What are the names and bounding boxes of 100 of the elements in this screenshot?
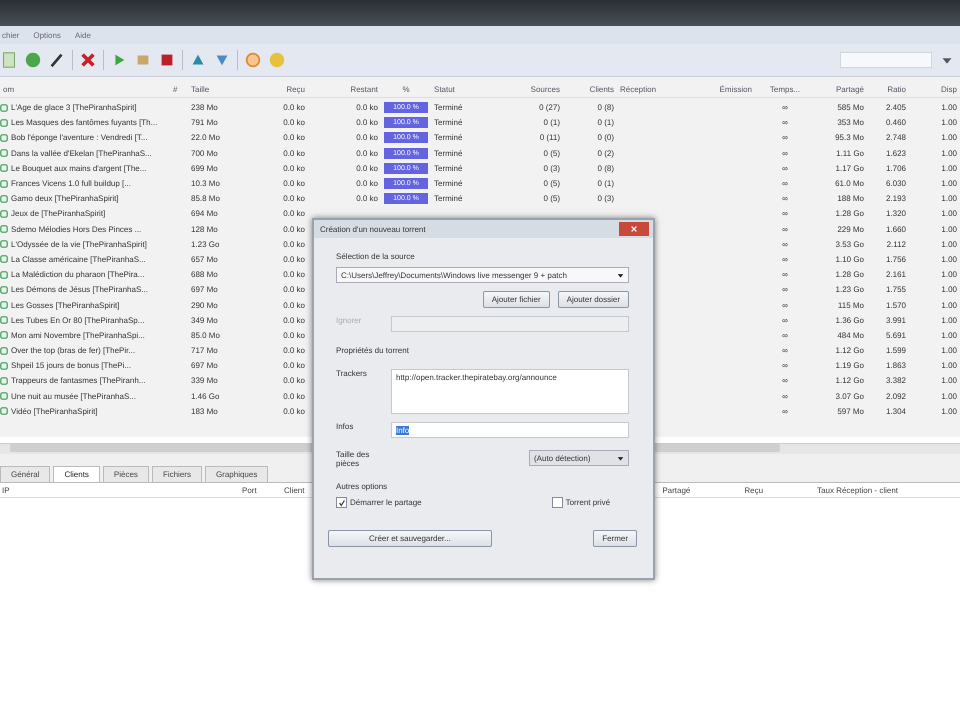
table-cell-text: 128 Mo — [190, 224, 219, 234]
field-label: Trackers — [336, 369, 368, 378]
table-cell-text: ∞ — [781, 316, 789, 325]
table-cell-text: ∞ — [781, 376, 789, 386]
table-cell-text: Terminé — [433, 179, 464, 188]
torrent-name: Bob l'éponge l'aventure : Vendredi [T... — [0, 133, 170, 142]
table-cell-text: 0.0 ko — [282, 376, 306, 386]
table-cell-text: 1.23 Go — [834, 285, 865, 294]
table-cell-text: ∞ — [781, 209, 789, 218]
dialog-title: Création d'un nouveau torrent — [320, 224, 426, 234]
table-cell-text: 1.12 Go — [834, 346, 865, 356]
torrent-name: Vidéo [ThePiranhaSpirit] — [0, 406, 170, 416]
table-cell-text: 3.382 — [884, 376, 907, 386]
table-cell-text: ∞ — [781, 240, 789, 249]
table-cell-text: 697 Mo — [190, 361, 219, 370]
table-cell-text: 0.0 ko — [282, 300, 306, 310]
table-cell-text: 1.755 — [884, 285, 907, 294]
table-cell-text: 2.405 — [884, 103, 907, 112]
table-cell-text: 1.00 — [940, 285, 958, 294]
table-cell-text: 1.00 — [940, 316, 958, 325]
table-cell-text: 0.0 ko — [282, 254, 306, 264]
table-cell-text: 700 Mo — [190, 148, 219, 158]
torrent-name: La Classe américaine [ThePiranhaS... — [0, 254, 170, 264]
table-cell-text: 0 (2) — [596, 148, 615, 158]
table-cell-text: 0.0 ko — [282, 346, 306, 356]
table-cell-text: 0.0 ko — [282, 392, 306, 401]
table-cell-text: Terminé — [433, 164, 464, 173]
table-cell-text: 1.00 — [940, 148, 958, 158]
table-cell-text: ∞ — [781, 254, 789, 264]
table-cell-text: 22.0 Mo — [190, 133, 221, 142]
table-cell-text: 697 Mo — [190, 285, 219, 294]
table-cell-text: 2.092 — [884, 392, 907, 401]
table-cell-text: 597 Mo — [836, 406, 865, 416]
section-label: Propriétés du torrent — [336, 346, 410, 355]
table-cell-text: 5.691 — [884, 330, 907, 340]
table-cell-text: 0.0 ko — [355, 194, 379, 204]
table-cell-text: 0.0 ko — [355, 179, 379, 188]
table-cell-text: ∞ — [781, 285, 789, 294]
table-cell-text: 657 Mo — [190, 254, 219, 264]
table-cell-text: 1.28 Go — [834, 270, 865, 280]
table-cell-text: 0.0 ko — [355, 164, 379, 173]
table-cell-text: 585 Mo — [836, 103, 865, 112]
table-cell-text: 1.623 — [884, 148, 907, 158]
torrent-name: Dans la vallée d'Ekelan [ThePiranhaS... — [0, 148, 170, 158]
table-cell-text: 717 Mo — [190, 346, 219, 356]
table-cell-text: 1.00 — [940, 254, 958, 264]
table-cell-text: 1.00 — [940, 224, 958, 234]
table-cell-text: 1.660 — [884, 224, 907, 234]
table-cell-text: Terminé — [433, 148, 464, 158]
table-cell-text: 1.00 — [940, 392, 958, 401]
table-cell-text: 1.320 — [884, 209, 907, 218]
table-cell-text: 0 (3) — [596, 194, 615, 204]
table-cell-text: 1.11 Go — [835, 148, 865, 158]
table-cell-text: 0.0 ko — [282, 118, 306, 128]
table-cell-text: Terminé — [433, 118, 464, 128]
table-cell-text: 353 Mo — [836, 118, 865, 128]
table-cell-text: 1.23 Go — [190, 240, 220, 249]
table-cell-text: 0.0 ko — [282, 285, 306, 294]
torrent-name: Les Démons de Jésus [ThePiranhaS... — [0, 285, 170, 294]
table-cell-text: 0.460 — [884, 118, 907, 128]
table-cell-text: 0.0 ko — [282, 224, 306, 234]
table-cell-text: 85.8 Mo — [190, 194, 221, 204]
table-cell-text: 1.599 — [884, 346, 907, 356]
table-cell-text: 1.00 — [940, 361, 958, 370]
table-cell-text: Terminé — [433, 133, 464, 142]
table-cell-text: 0.0 ko — [282, 209, 306, 218]
torrent-name: Jeux de [ThePiranhaSpirit] — [0, 209, 170, 218]
table-cell-text: 1.00 — [940, 118, 958, 128]
field-label: Taille des pièces — [336, 450, 370, 468]
table-cell-text: 1.00 — [940, 164, 958, 173]
table-cell-text: 1.12 Go — [834, 376, 865, 386]
table-cell-text: 115 Mo — [836, 300, 865, 310]
table-cell-text: 183 Mo — [190, 406, 219, 416]
table-cell-text: 0 (11) — [538, 133, 561, 142]
table-cell-text: 1.00 — [940, 194, 958, 204]
table-cell-text: 0 (1) — [596, 179, 615, 188]
table-cell-text: 2.161 — [884, 270, 907, 280]
table-cell-text: 1.304 — [884, 406, 907, 416]
table-cell-text: 1.00 — [940, 300, 958, 310]
table-cell-text: 339 Mo — [190, 376, 219, 386]
table-cell-text: ∞ — [781, 224, 789, 234]
table-cell-text: 3.991 — [884, 316, 907, 325]
table-cell-text: 85.0 Mo — [190, 330, 221, 340]
table-cell-text: 1.00 — [940, 270, 958, 280]
table-cell-text: 1.00 — [940, 346, 958, 356]
table-cell-text: 1.570 — [884, 300, 907, 310]
table-cell-text: 688 Mo — [190, 270, 219, 280]
table-cell-text: 1.36 Go — [834, 316, 865, 325]
table-cell-text: 0.0 ko — [282, 179, 306, 188]
torrent-name: Over the top (bras de fer) [ThePir... — [0, 346, 170, 356]
table-cell-text: 0.0 ko — [282, 148, 306, 158]
table-cell-text: 2.193 — [884, 194, 907, 204]
table-cell-text: 0.0 ko — [355, 118, 379, 128]
table-cell-text: 0.0 ko — [282, 103, 306, 112]
table-cell-text: ∞ — [781, 118, 789, 128]
table-cell-text: 1.00 — [940, 240, 958, 249]
table-cell-text: 1.17 Go — [834, 164, 865, 173]
table-cell-text: 349 Mo — [190, 316, 219, 325]
table-cell-text: 0 (5) — [542, 179, 561, 188]
table-cell-text: 1.706 — [884, 164, 907, 173]
